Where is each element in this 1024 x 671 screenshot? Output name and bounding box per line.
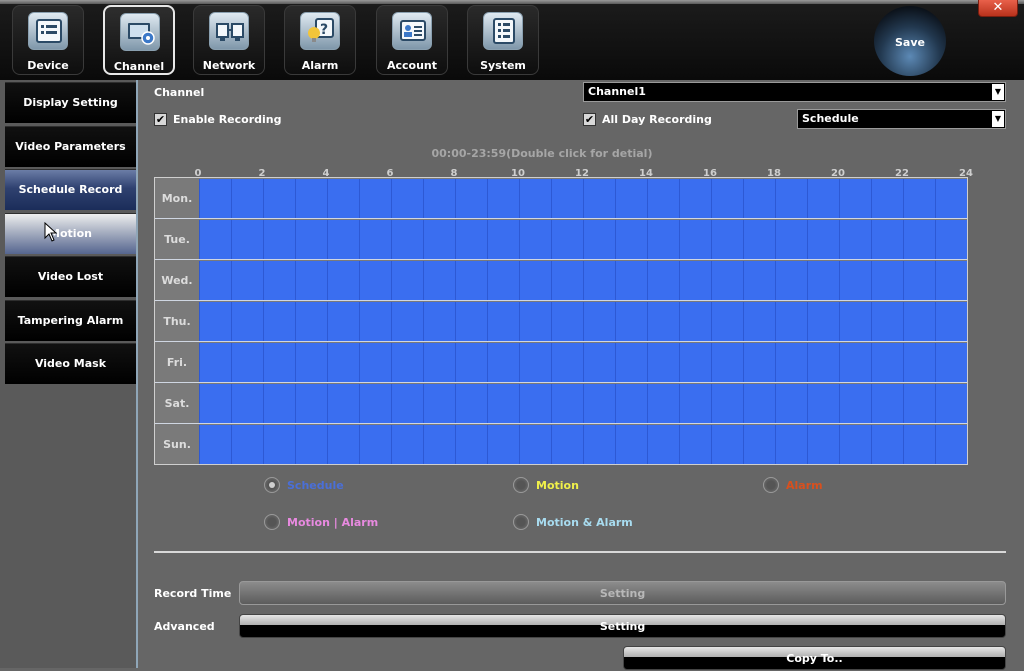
top-toolbar: Device Channel Network ? Alarm Account S… bbox=[0, 0, 1024, 80]
channel-label: Channel bbox=[154, 86, 205, 99]
all-day-recording-checkbox[interactable]: ✔ bbox=[583, 113, 596, 126]
legend-radio-motion-or-alarm[interactable] bbox=[264, 514, 280, 530]
schedule-row[interactable]: Thu. bbox=[155, 301, 967, 342]
nav-label: Account bbox=[386, 59, 438, 72]
sidebar-item-video-mask[interactable]: Video Mask bbox=[5, 343, 136, 384]
chevron-down-icon: ▼ bbox=[992, 84, 1004, 100]
sidebar-item-schedule-record[interactable]: Schedule Record bbox=[5, 169, 136, 210]
day-label: Mon. bbox=[161, 192, 193, 205]
section-divider bbox=[154, 551, 1006, 553]
schedule-row[interactable]: Mon. bbox=[155, 178, 967, 219]
schedule-row[interactable]: Sat. bbox=[155, 383, 967, 424]
legend-label-motion-or-alarm: Motion | Alarm bbox=[287, 516, 379, 529]
legend-label-motion: Motion bbox=[536, 479, 579, 492]
chevron-down-icon: ▼ bbox=[992, 111, 1004, 127]
row-separator bbox=[155, 382, 967, 383]
nav-label: Network bbox=[202, 59, 256, 72]
legend-radio-schedule[interactable] bbox=[264, 477, 280, 493]
nav-network-button[interactable]: Network bbox=[193, 5, 265, 75]
enable-recording-checkbox[interactable]: ✔ bbox=[154, 113, 167, 126]
nav-label: Alarm bbox=[301, 59, 339, 72]
schedule-cells[interactable] bbox=[199, 302, 967, 341]
record-mode-value: Schedule bbox=[802, 112, 859, 125]
legend-label-motion-and-alarm: Motion & Alarm bbox=[536, 516, 633, 529]
all-day-recording-label: All Day Recording bbox=[602, 113, 712, 126]
day-label: Fri. bbox=[166, 356, 188, 369]
day-label: Tue. bbox=[164, 233, 190, 246]
legend-label-schedule: Schedule bbox=[287, 479, 344, 492]
schedule-row[interactable]: Sun. bbox=[155, 424, 967, 465]
sidebar-item-display-setting[interactable]: Display Setting bbox=[5, 82, 136, 123]
channel-icon bbox=[120, 13, 160, 51]
schedule-cells[interactable] bbox=[199, 261, 967, 300]
day-label: Sat. bbox=[164, 397, 190, 410]
alarm-icon: ? bbox=[300, 12, 340, 50]
schedule-row[interactable]: Wed. bbox=[155, 260, 967, 301]
record-mode-select[interactable]: Schedule ▼ bbox=[797, 109, 1006, 129]
advanced-setting-button[interactable]: Setting bbox=[239, 614, 1006, 638]
schedule-row[interactable]: Fri. bbox=[155, 342, 967, 383]
device-icon bbox=[28, 12, 68, 50]
schedule-cells[interactable] bbox=[199, 220, 967, 259]
copy-to-button[interactable]: Copy To.. bbox=[623, 646, 1006, 670]
sidebar-item-video-lost[interactable]: Video Lost bbox=[5, 256, 136, 297]
nav-system-button[interactable]: System bbox=[467, 5, 539, 75]
nav-account-button[interactable]: Account bbox=[376, 5, 448, 75]
legend-radio-motion-and-alarm[interactable] bbox=[513, 514, 529, 530]
nav-device-button[interactable]: Device bbox=[12, 5, 84, 75]
row-separator bbox=[155, 300, 967, 301]
legend-label-alarm: Alarm bbox=[786, 479, 823, 492]
channel-select[interactable]: Channel1 ▼ bbox=[583, 82, 1006, 102]
day-label: Sun. bbox=[163, 438, 191, 451]
channel-select-value: Channel1 bbox=[588, 85, 646, 98]
advanced-label: Advanced bbox=[154, 620, 215, 633]
system-icon bbox=[483, 12, 523, 50]
svg-text:?: ? bbox=[320, 22, 328, 38]
record-time-label: Record Time bbox=[154, 587, 232, 600]
nav-label: Channel bbox=[113, 60, 165, 73]
nav-label: System bbox=[480, 59, 526, 72]
legend-radio-alarm[interactable] bbox=[763, 477, 779, 493]
schedule-cells[interactable] bbox=[199, 179, 967, 218]
day-label: Thu. bbox=[163, 315, 191, 328]
schedule-cells[interactable] bbox=[199, 384, 967, 423]
sidebar: Display Setting Video Parameters Schedul… bbox=[0, 80, 138, 668]
mouse-cursor-icon bbox=[44, 222, 58, 242]
enable-recording-label: Enable Recording bbox=[173, 113, 282, 126]
sidebar-item-video-parameters[interactable]: Video Parameters bbox=[5, 126, 136, 167]
day-label: Wed. bbox=[161, 274, 193, 287]
nav-channel-button[interactable]: Channel bbox=[103, 5, 175, 75]
nav-label: Device bbox=[27, 59, 69, 72]
schedule-row[interactable]: Tue. bbox=[155, 219, 967, 260]
schedule-range-hint: 00:00-23:59(Double click for detial) bbox=[431, 147, 653, 160]
row-separator bbox=[155, 341, 967, 342]
schedule-cells[interactable] bbox=[199, 343, 967, 382]
sidebar-item-motion[interactable]: Motion bbox=[5, 213, 136, 254]
schedule-grid[interactable]: Mon. Tue. Wed. Thu. Fri. Sat. Sun. bbox=[154, 177, 968, 465]
record-time-setting-button[interactable]: Setting bbox=[239, 581, 1006, 605]
save-button[interactable]: Save bbox=[874, 6, 946, 76]
account-icon bbox=[392, 12, 432, 50]
legend-radio-motion[interactable] bbox=[513, 477, 529, 493]
sidebar-item-tampering-alarm[interactable]: Tampering Alarm bbox=[5, 300, 136, 341]
title-strip bbox=[0, 0, 1024, 4]
schedule-cells[interactable] bbox=[199, 425, 967, 464]
row-separator bbox=[155, 218, 967, 219]
network-icon bbox=[209, 12, 249, 50]
row-separator bbox=[155, 423, 967, 424]
row-separator bbox=[155, 259, 967, 260]
nav-alarm-button[interactable]: ? Alarm bbox=[284, 5, 356, 75]
close-icon[interactable]: ✕ bbox=[978, 0, 1018, 17]
